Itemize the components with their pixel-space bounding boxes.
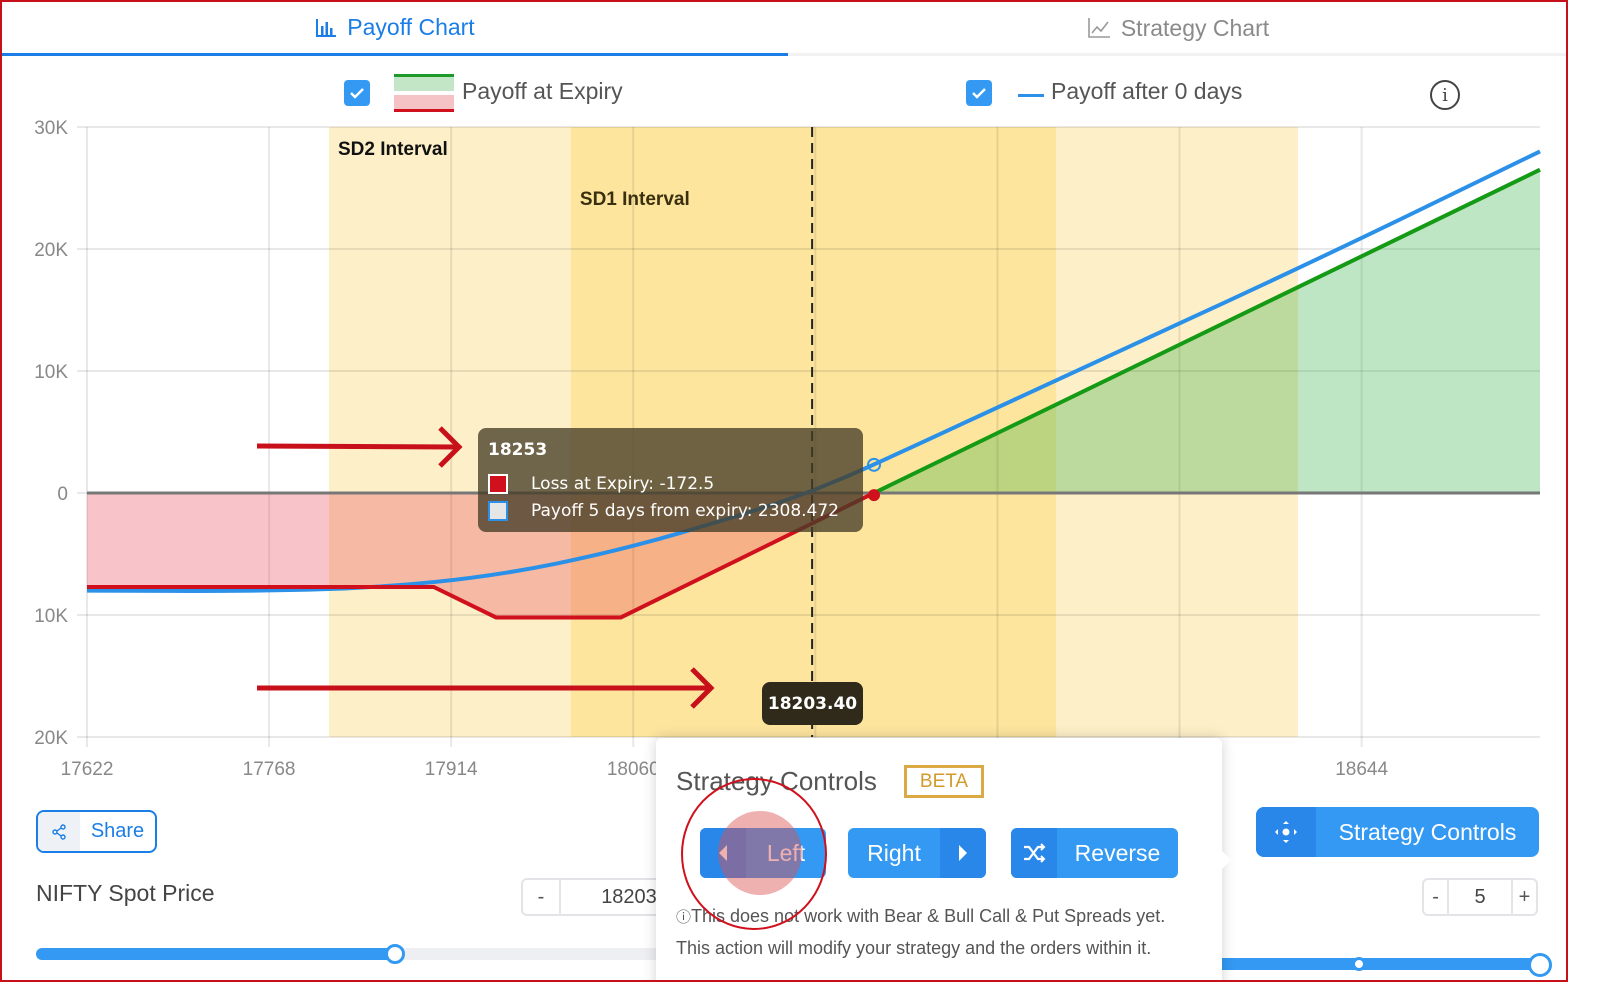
check-icon	[972, 88, 986, 99]
expiry-legend-swatch	[394, 74, 454, 112]
beta-badge: BETA	[904, 765, 984, 798]
chart-tooltip: 18253 Loss at Expiry: -172.5 Payoff 5 da…	[478, 428, 863, 532]
shift-right-label: Right	[867, 839, 921, 866]
share-button[interactable]: Share	[36, 810, 157, 853]
crosshair-x-label: 18203.40	[762, 682, 863, 725]
shift-left-button[interactable]: Left	[700, 828, 826, 878]
days-slider-fill	[1202, 958, 1542, 970]
tooltip-swatch-days	[488, 501, 508, 521]
chart-legend: Payoff at Expiry Payoff after 0 days i	[2, 72, 1566, 116]
tab-strategy-chart[interactable]: Strategy Chart	[788, 2, 1566, 54]
spot-decrement-button[interactable]: -	[523, 880, 559, 914]
popover-note-1: ⓘThis does not work with Bear & Bull Cal…	[676, 906, 1165, 927]
days-slider-thumb[interactable]	[1528, 953, 1552, 977]
shuffle-icon	[1011, 828, 1057, 878]
x-tick-label: 17622	[61, 759, 114, 780]
x-tick-label: 18060	[607, 759, 660, 780]
shift-left-label: Left	[766, 839, 806, 866]
tab-strategy-chart-label: Strategy Chart	[1120, 14, 1270, 41]
spot-slider-fill	[36, 948, 396, 960]
move-icon	[1256, 807, 1316, 857]
y-tick-label: 20K	[34, 728, 68, 749]
days-slider-mark	[1352, 957, 1366, 971]
tab-payoff-chart[interactable]: Payoff Chart	[2, 2, 788, 56]
caret-left-icon	[700, 828, 746, 878]
strategy-controls-popover: Strategy Controls BETA Left Right Revers…	[656, 738, 1222, 980]
info-icon[interactable]: i	[1430, 80, 1460, 110]
after-days-checkbox[interactable]	[966, 80, 992, 106]
days-decrement-button[interactable]: -	[1424, 880, 1447, 914]
strategy-controls-button[interactable]: Strategy Controls	[1256, 807, 1539, 857]
after-days-legend-swatch	[1018, 94, 1044, 97]
info-small-icon: ⓘ	[676, 909, 692, 926]
y-tick-label: 30K	[34, 118, 68, 139]
reverse-label: Reverse	[1074, 839, 1161, 866]
share-label: Share	[90, 820, 145, 842]
caret-right-icon	[940, 828, 986, 878]
x-tick-label: 18644	[1335, 759, 1388, 780]
popover-title: Strategy Controls	[676, 766, 877, 796]
y-tick-label: 0	[57, 484, 68, 505]
days-stepper: - 5 +	[1422, 878, 1538, 916]
y-tick-label: 20K	[34, 240, 68, 261]
shift-right-button[interactable]: Right	[848, 828, 986, 878]
reverse-button[interactable]: Reverse	[1011, 828, 1178, 878]
tab-payoff-chart-label: Payoff Chart	[347, 14, 475, 40]
y-tick-label: 10K	[34, 362, 68, 383]
days-input[interactable]: 5	[1447, 880, 1513, 914]
expiry-marker	[867, 489, 880, 502]
bar-chart-icon	[315, 18, 337, 38]
popover-note-1-text: This does not work with Bear & Bull Call…	[691, 906, 1166, 926]
sd1-interval-label: SD1 Interval	[580, 189, 690, 210]
expiry-checkbox[interactable]	[344, 80, 370, 106]
expiry-legend-label: Payoff at Expiry	[462, 78, 623, 104]
tooltip-row-expiry-label: Loss at Expiry: -172.5	[531, 474, 715, 494]
tooltip-title: 18253	[488, 440, 548, 460]
spot-slider-thumb[interactable]	[385, 944, 405, 964]
sd2-interval-label: SD2 Interval	[338, 139, 448, 160]
popover-note-2: This action will modify your strategy an…	[676, 938, 1152, 958]
share-icon	[38, 812, 80, 851]
app-frame: Payoff Chart Strategy Chart Payoff at Ex…	[0, 0, 1568, 982]
x-tick-label: 17768	[243, 759, 296, 780]
strategy-controls-label: Strategy Controls	[1338, 818, 1517, 845]
tab-bar: Payoff Chart Strategy Chart	[2, 2, 1566, 56]
days-increment-button[interactable]: +	[1513, 880, 1536, 914]
check-icon	[350, 88, 364, 99]
x-tick-label: 17914	[425, 759, 478, 780]
y-tick-label: 10K	[34, 606, 68, 627]
spot-price-label: NIFTY Spot Price	[36, 880, 215, 906]
tooltip-row-days-label: Payoff 5 days from expiry: 2308.472	[531, 501, 839, 521]
after-days-legend-label: Payoff after 0 days	[1051, 78, 1243, 104]
tooltip-row-expiry: Loss at Expiry: -172.5	[488, 474, 714, 494]
tooltip-row-days: Payoff 5 days from expiry: 2308.472	[488, 501, 839, 521]
line-chart-icon	[1087, 17, 1111, 39]
tooltip-swatch-expiry	[488, 474, 508, 494]
popover-arrow	[1221, 850, 1231, 870]
